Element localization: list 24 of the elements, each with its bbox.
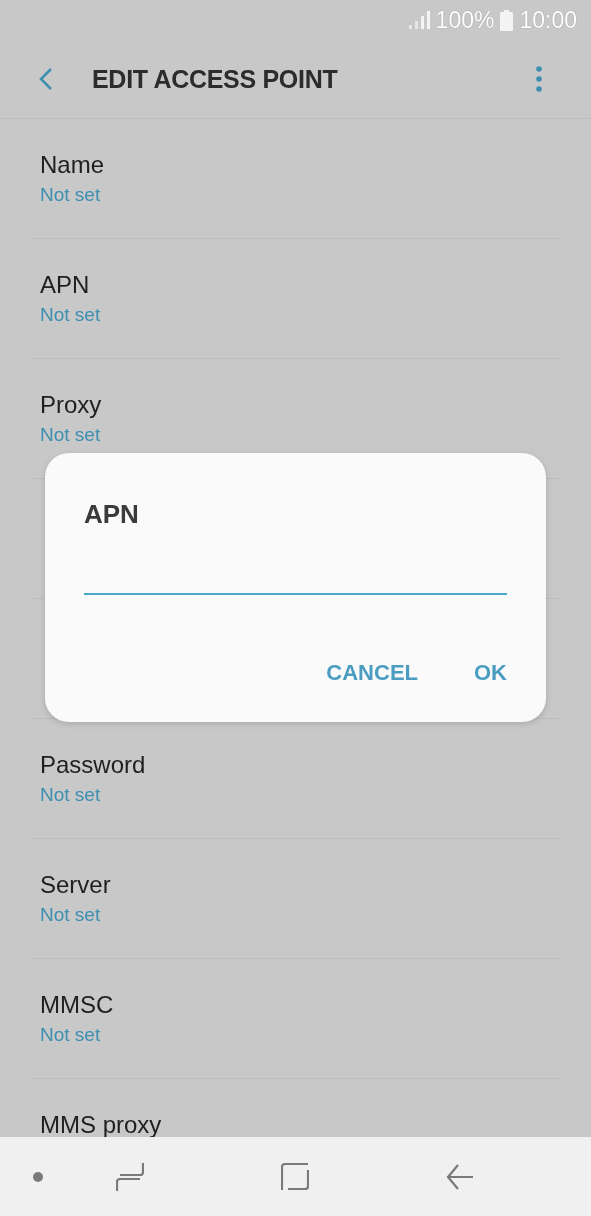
signal-icon (407, 11, 430, 29)
screen-title: EDIT ACCESS POINT (92, 64, 339, 94)
dialog-button[interactable]: CANCEL (326, 659, 418, 687)
dialog-title: APN (84, 498, 139, 531)
field-value: Not set (40, 303, 101, 327)
field-label: Name (40, 150, 105, 180)
field-value: Not set (40, 783, 101, 807)
field-label: Password (40, 750, 146, 780)
field-label: Server (40, 870, 111, 900)
more-options-icon (536, 66, 542, 92)
field-label: MMSC (40, 990, 114, 1020)
field-label: Proxy (40, 390, 102, 420)
home-icon[interactable] (281, 1162, 309, 1191)
back-icon (39, 67, 53, 91)
field-value: Not set (40, 183, 101, 207)
field-value: Not set (40, 903, 101, 927)
field-value: Not set (40, 423, 101, 447)
field-value: Not set (40, 1023, 101, 1047)
battery-icon (500, 9, 514, 31)
field-label: APN (40, 270, 90, 300)
dot-icon[interactable] (32, 1170, 44, 1183)
dialog-button[interactable]: OK (474, 659, 507, 687)
back-arrow-icon[interactable] (446, 1162, 474, 1191)
recent-apps-icon[interactable] (116, 1161, 144, 1192)
